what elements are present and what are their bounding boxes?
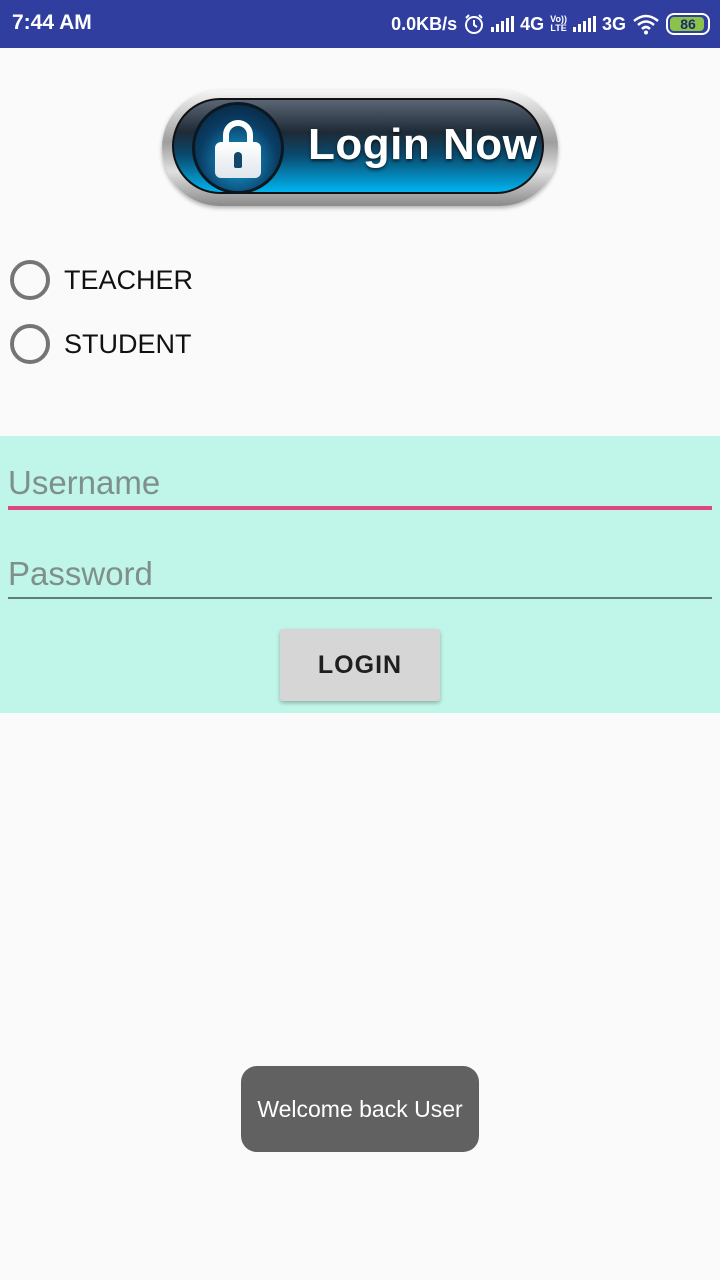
radio-circle-icon[interactable] xyxy=(10,324,50,364)
radio-label-student: STUDENT xyxy=(64,328,192,359)
radio-student[interactable]: STUDENT xyxy=(10,324,192,364)
wifi-icon xyxy=(632,13,660,35)
username-input[interactable] xyxy=(8,460,712,506)
toast-message: Welcome back User xyxy=(241,1066,479,1152)
login-button[interactable]: LOGIN xyxy=(280,629,440,701)
radio-circle-icon[interactable] xyxy=(10,260,50,300)
status-bar: 7:44 AM 0.0KB/s 4G Vo)) LTE 3G 86 xyxy=(0,0,720,48)
password-input[interactable] xyxy=(8,551,712,597)
network-type-4g: 4G xyxy=(520,13,545,34)
status-time: 7:44 AM xyxy=(12,11,92,34)
password-field xyxy=(8,551,712,599)
battery-level: 86 xyxy=(680,16,696,32)
status-icons: 0.0KB/s 4G Vo)) LTE 3G 86 xyxy=(391,0,710,48)
login-form-panel: LOGIN xyxy=(0,436,720,713)
username-underline xyxy=(8,506,712,510)
signal-icon xyxy=(572,16,596,32)
data-speed: 0.0KB/s xyxy=(391,13,458,34)
volte-bottom-text: LTE xyxy=(550,23,567,33)
password-underline xyxy=(8,597,712,599)
alarm-icon xyxy=(463,13,485,35)
username-field xyxy=(8,460,712,510)
banner-text: Login Now xyxy=(308,120,538,169)
radio-teacher[interactable]: TEACHER xyxy=(10,260,193,300)
volte-icon: Vo)) LTE xyxy=(550,15,567,33)
toast-text: Welcome back User xyxy=(257,1095,463,1122)
battery-icon: 86 xyxy=(666,13,710,35)
login-now-banner: Login Now xyxy=(160,88,560,208)
network-type-3g: 3G xyxy=(601,13,626,34)
signal-icon xyxy=(491,16,515,32)
radio-label-teacher: TEACHER xyxy=(64,264,194,295)
